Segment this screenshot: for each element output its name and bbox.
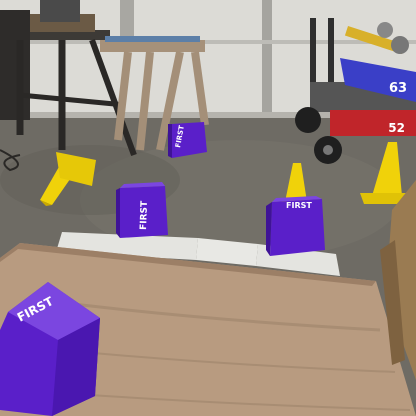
wall-post: [120, 0, 134, 40]
cube-mid-left-label: FIRST: [139, 200, 150, 230]
robot-number-blue: 63: [389, 81, 407, 96]
wall-post-2: [262, 0, 272, 120]
robot-mechanism-2: [391, 36, 409, 54]
purple-cube-mid-left: FIRST: [116, 182, 168, 238]
cart-hub: [323, 145, 333, 155]
sawhorse-clutter: [105, 36, 200, 42]
robot-mechanism: [377, 22, 393, 38]
robot-number-red: 52: [388, 121, 405, 135]
cart-wheel-1: [295, 107, 321, 133]
machine-head: [40, 0, 80, 22]
purple-cube-back: FIRST: [168, 122, 207, 158]
photo-scene: 52 63 FIRST FIRST FIRST FIRST: [0, 0, 416, 416]
cube-mid-right-label: FIRST: [286, 201, 312, 210]
machine-body: [0, 10, 30, 120]
scene-svg: 52 63 FIRST FIRST FIRST FIRST: [0, 0, 416, 416]
purple-cube-mid-right: FIRST: [266, 196, 325, 256]
